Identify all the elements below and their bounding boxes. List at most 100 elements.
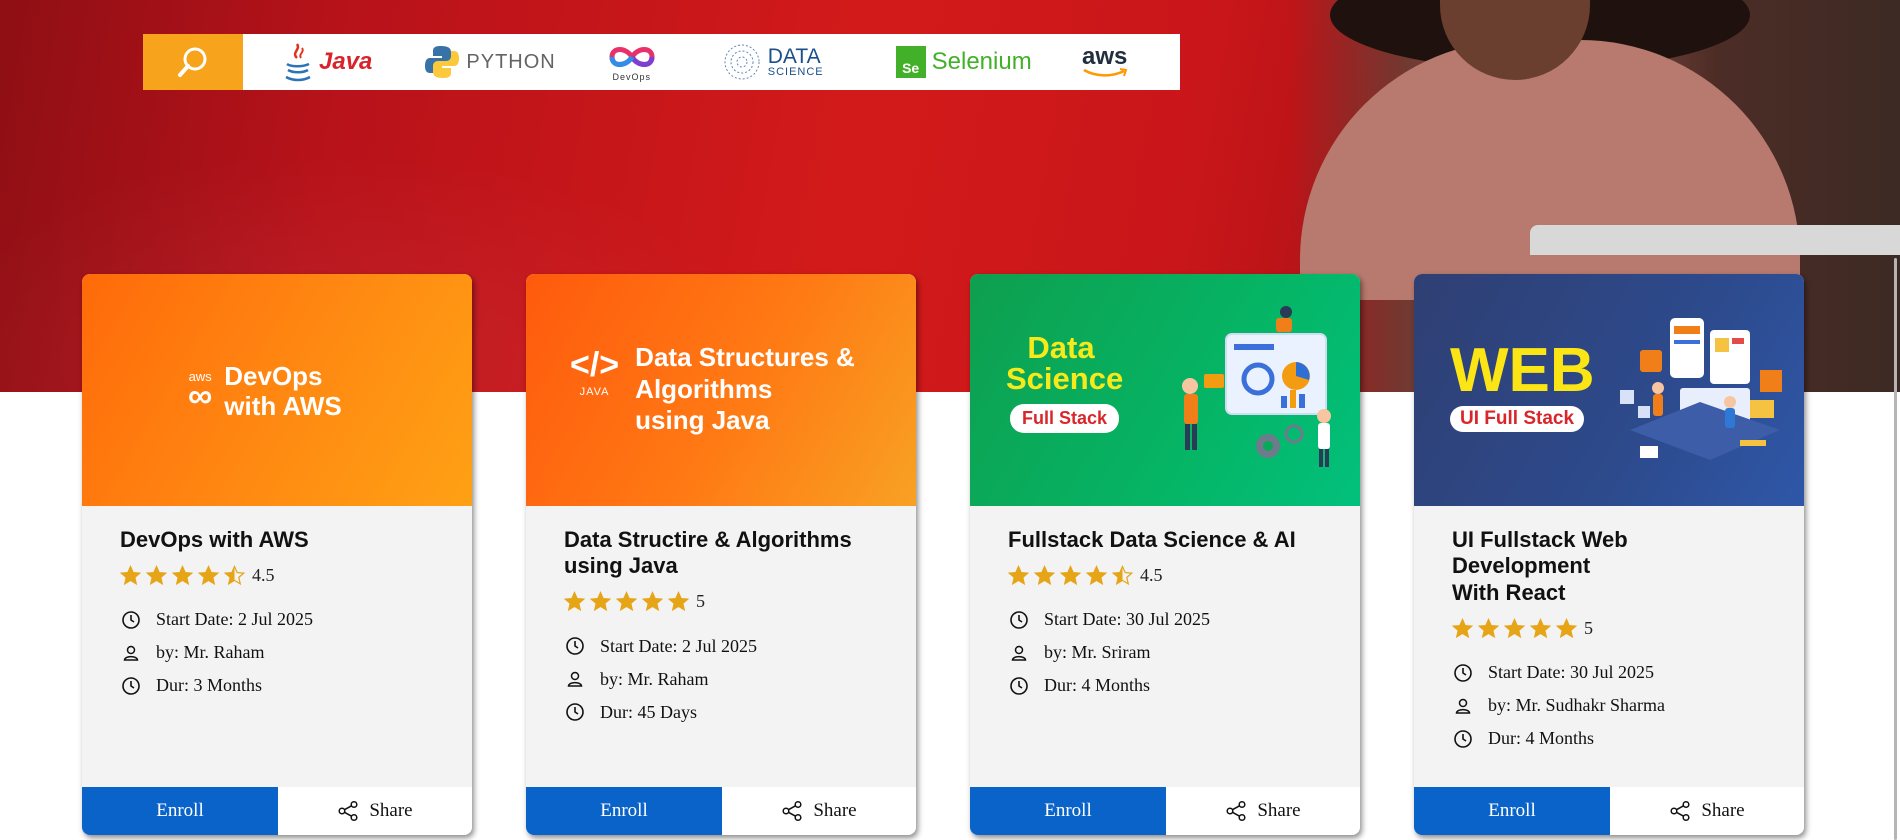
- selenium-icon: Se: [895, 46, 926, 78]
- rating: 5: [564, 590, 878, 614]
- duration-row: Dur: 4 Months: [1452, 722, 1766, 755]
- banner-content: </> JAVA Data Structures & Algorithms us…: [570, 342, 855, 437]
- banner-title: DevOps with AWS: [224, 361, 342, 421]
- start-date: Start Date: 2 Jul 2025: [600, 635, 757, 656]
- java-logo-text: Java: [319, 48, 373, 75]
- clock-icon: [1008, 609, 1030, 631]
- java-logo[interactable]: Java: [283, 34, 372, 90]
- course-title[interactable]: DevOps with AWS: [120, 527, 434, 553]
- rating-value: 4.5: [1140, 564, 1163, 585]
- card-body: Fullstack Data Science & AI 4.5 Start Da…: [970, 506, 1360, 787]
- clock-icon: [1452, 728, 1474, 750]
- banner-content: aws ∞ DevOps with AWS: [188, 361, 342, 422]
- banner-title: Data Structures & Algorithms using Java: [635, 342, 855, 436]
- star-full-icon: [1530, 617, 1551, 638]
- share-label: Share: [1257, 800, 1301, 821]
- web-development-illustration: [1620, 318, 1782, 460]
- enroll-button[interactable]: Enroll: [970, 787, 1166, 835]
- star-full-icon: [1086, 564, 1107, 586]
- infinity-glyph: ∞: [188, 377, 213, 416]
- course-meta: Start Date: 30 Jul 2025 by: Mr. Sriram D…: [1008, 603, 1322, 702]
- share-label: Share: [369, 800, 413, 821]
- course-banner: aws ∞ DevOps with AWS: [82, 274, 472, 506]
- search-button[interactable]: [143, 34, 243, 90]
- instructor-row: by: Mr. Raham: [120, 636, 434, 669]
- course-card-ui-fullstack[interactable]: WEB UI Full Stack UI Fullstack Web Devel…: [1414, 274, 1804, 835]
- duration-row: Dur: 45 Days: [564, 696, 878, 729]
- start-date-row: Start Date: 30 Jul 2025: [1008, 603, 1322, 636]
- star-half-icon: [224, 564, 245, 586]
- course-card-dsa-java[interactable]: </> JAVA Data Structures & Algorithms us…: [526, 274, 916, 835]
- share-button[interactable]: Share: [278, 787, 472, 835]
- instructor-row: by: Mr. Sudhakr Sharma: [1452, 689, 1766, 722]
- star-full-icon: [1504, 617, 1525, 638]
- aws-logo-text: aws: [1082, 43, 1128, 71]
- enroll-button[interactable]: Enroll: [1414, 787, 1610, 835]
- card-body: UI Fullstack Web Development With React …: [1414, 506, 1804, 787]
- card-body: Data Structire & Algorithms using Java 5…: [526, 506, 916, 787]
- rating: 4.5: [120, 563, 434, 587]
- selenium-logo[interactable]: Se Selenium: [895, 34, 1032, 90]
- user-icon: [1452, 695, 1474, 717]
- instructor: by: Mr. Sriram: [1044, 642, 1151, 663]
- start-date: Start Date: 30 Jul 2025: [1044, 609, 1210, 630]
- selenium-logo-text: Selenium: [931, 48, 1032, 75]
- share-label: Share: [1701, 800, 1745, 821]
- duration: Dur: 4 Months: [1044, 675, 1151, 696]
- banner-pill: Full Stack: [1010, 404, 1120, 433]
- python-logo[interactable]: PYTHON: [424, 34, 555, 90]
- share-button[interactable]: Share: [1166, 787, 1360, 835]
- clock-icon: [564, 701, 586, 723]
- duration-row: Dur: 4 Months: [1008, 669, 1322, 702]
- rating-value: 4.5: [252, 564, 275, 585]
- card-actions: Enroll Share: [526, 787, 916, 835]
- instructor: by: Mr. Raham: [600, 668, 709, 689]
- duration: Dur: 4 Months: [1488, 728, 1595, 749]
- course-card-devops-aws[interactable]: aws ∞ DevOps with AWS DevOps with AWS 4.…: [82, 274, 472, 835]
- share-button[interactable]: Share: [722, 787, 916, 835]
- star-full-icon: [668, 591, 689, 612]
- course-title[interactable]: Data Structire & Algorithms using Java: [564, 527, 878, 580]
- rating: 5: [1452, 616, 1766, 640]
- course-card-data-science[interactable]: Data Science Full Stack Fullstack Data S…: [970, 274, 1360, 835]
- share-icon: [782, 800, 802, 822]
- user-icon: [564, 668, 586, 690]
- share-icon: [1670, 800, 1690, 822]
- card-body: DevOps with AWS 4.5 Start Date: 2 Jul 20…: [82, 506, 472, 787]
- code-glyph: </>: [570, 346, 620, 384]
- course-title[interactable]: Fullstack Data Science & AI: [1008, 527, 1322, 553]
- enroll-button[interactable]: Enroll: [526, 787, 722, 835]
- star-full-icon: [1034, 564, 1055, 586]
- data-science-logo-text: DATA SCIENCE: [768, 46, 824, 78]
- data-science-logo-line1: DATA: [767, 45, 821, 68]
- share-button[interactable]: Share: [1610, 787, 1804, 835]
- star-full-icon: [198, 564, 219, 586]
- devops-infinity-icon: [609, 47, 655, 67]
- duration: Dur: 3 Months: [156, 675, 263, 696]
- java-cup-icon: [285, 43, 311, 82]
- banner-icon-text: JAVA: [579, 386, 610, 398]
- data-science-logo[interactable]: DATA SCIENCE: [722, 34, 824, 90]
- start-date: Start Date: 2 Jul 2025: [156, 609, 313, 630]
- card-actions: Enroll Share: [1414, 787, 1804, 835]
- share-icon: [338, 800, 358, 822]
- start-date-row: Start Date: 30 Jul 2025: [1452, 656, 1766, 689]
- instructor-row: by: Mr. Raham: [564, 663, 878, 696]
- clock-icon: [1452, 662, 1474, 684]
- clock-icon: [564, 635, 586, 657]
- star-full-icon: [1452, 617, 1473, 638]
- hero-photo-laptop: [1530, 225, 1900, 255]
- course-title[interactable]: UI Fullstack Web Development With React: [1452, 527, 1766, 606]
- course-meta: Start Date: 2 Jul 2025 by: Mr. Raham Dur…: [564, 630, 878, 729]
- rating-value: 5: [1584, 617, 1593, 638]
- enroll-button[interactable]: Enroll: [82, 787, 278, 835]
- star-full-icon: [172, 564, 193, 586]
- python-logo-text: PYTHON: [466, 50, 556, 73]
- page-scrollbar[interactable]: [1894, 258, 1897, 840]
- star-full-icon: [1556, 617, 1577, 638]
- star-full-icon: [1060, 564, 1081, 586]
- devops-logo[interactable]: DevOps: [606, 34, 658, 90]
- aws-logo[interactable]: aws: [1082, 34, 1128, 90]
- aws-smile-icon: [1083, 67, 1128, 77]
- star-full-icon: [642, 591, 663, 612]
